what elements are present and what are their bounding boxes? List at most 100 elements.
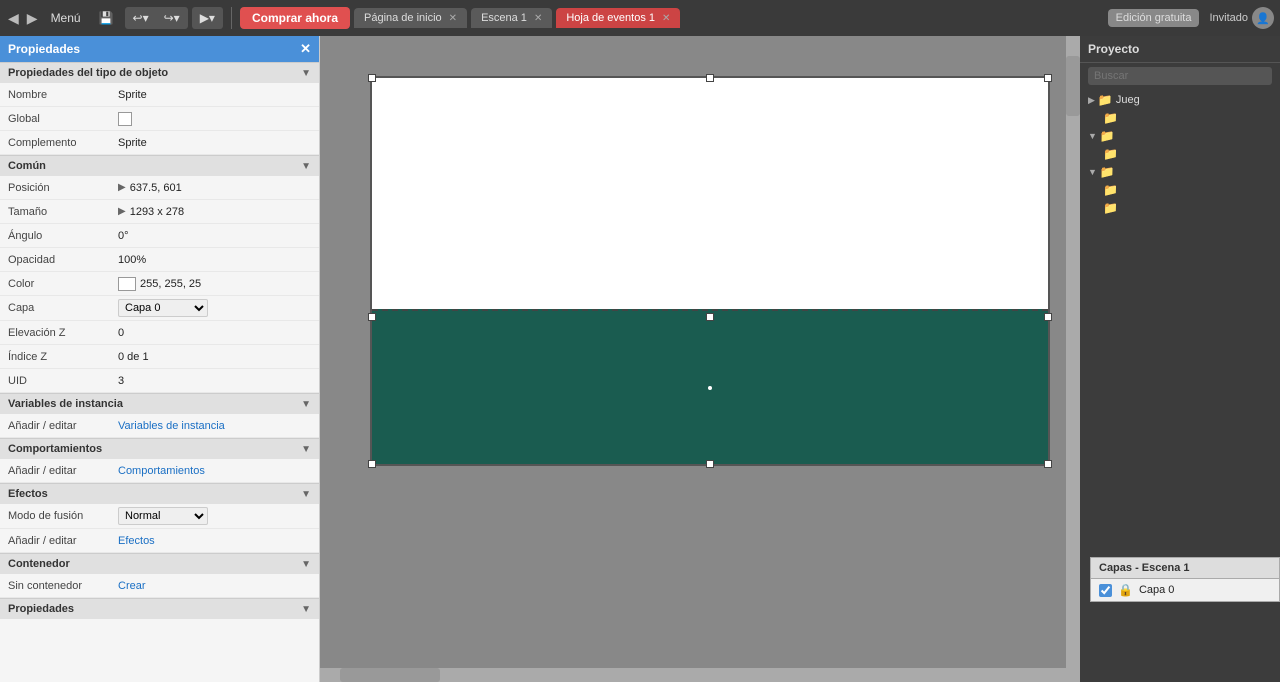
save-button[interactable]: 💾 [92, 8, 121, 28]
nombre-label: Nombre [8, 89, 118, 101]
canvas-area [320, 36, 1080, 682]
complemento-value: Sprite [118, 137, 311, 149]
modo-fusion-select[interactable]: Normal [118, 507, 208, 525]
folder-icon-6: 📁 [1103, 201, 1118, 215]
tab-events-close[interactable]: ✕ [662, 13, 670, 24]
propiedades-section-header[interactable]: Propiedades ▼ [0, 598, 319, 619]
instance-vars-link[interactable]: Variables de instancia [118, 420, 225, 432]
container-label: Contenedor [8, 558, 70, 570]
tree-item-6[interactable]: 📁 [1080, 199, 1280, 217]
behaviors-arrow: ▼ [301, 444, 311, 455]
selection-handle-mr[interactable] [1044, 313, 1052, 321]
canvas-scrollbar-h[interactable] [320, 668, 1066, 682]
canvas-scrollbar-v[interactable] [1066, 36, 1080, 682]
instance-vars-section-header[interactable]: Variables de instancia ▼ [0, 393, 319, 414]
elevacion-z-label: Elevación Z [8, 327, 118, 339]
effects-section-header[interactable]: Efectos ▼ [0, 483, 319, 504]
play-group: ▶▾ [192, 7, 223, 29]
panel-close-button[interactable]: ✕ [300, 41, 311, 57]
crear-link[interactable]: Crear [118, 580, 146, 592]
layers-panel: Capas - Escena 1 🔒 Capa 0 [1090, 557, 1280, 602]
effects-arrow: ▼ [301, 489, 311, 500]
propiedades-label: Propiedades [8, 603, 74, 615]
back-button[interactable]: ◀ [6, 8, 21, 29]
forward-button[interactable]: ▶ [25, 8, 40, 29]
capa-select[interactable]: Capa 0 [118, 299, 208, 317]
tamano-row: Tamaño ▶ 1293 x 278 [0, 200, 319, 224]
tree-arrow-2: ▼ [1088, 131, 1097, 141]
container-section-header[interactable]: Contenedor ▼ [0, 553, 319, 574]
tree-label-0: Jueg [1116, 94, 1140, 106]
panel-title-bar: Propiedades ✕ [0, 36, 319, 62]
sin-contenedor-row: Sin contenedor Crear [0, 574, 319, 598]
indice-z-row: Índice Z 0 de 1 [0, 345, 319, 369]
tree-item-2[interactable]: ▼ 📁 [1080, 127, 1280, 145]
elevacion-z-value: 0 [118, 327, 311, 339]
selection-handle-bl[interactable] [368, 460, 376, 468]
menu-button[interactable]: Menú [44, 8, 88, 28]
tree-item-1[interactable]: 📁 [1080, 109, 1280, 127]
undo-button[interactable]: ↩▾ [126, 8, 156, 28]
common-section-header[interactable]: Común ▼ [0, 155, 319, 176]
folder-icon-5: 📁 [1103, 183, 1118, 197]
user-label: Invitado [1209, 12, 1248, 24]
behaviors-link[interactable]: Comportamientos [118, 465, 205, 477]
instance-vars-add-row: Añadir / editar Variables de instancia [0, 414, 319, 438]
container-arrow: ▼ [301, 559, 311, 570]
edition-badge: Edición gratuita [1108, 9, 1200, 27]
tab-events[interactable]: Hoja de eventos 1 ✕ [556, 8, 680, 28]
indice-z-label: Índice Z [8, 351, 118, 363]
selection-handle-bc[interactable] [706, 460, 714, 468]
global-label: Global [8, 113, 118, 125]
opacidad-value: 100% [118, 254, 311, 266]
play-button[interactable]: ▶▾ [193, 8, 222, 28]
user-avatar[interactable]: 👤 [1252, 7, 1274, 29]
main-area: Propiedades ✕ Propiedades del tipo de ob… [0, 36, 1280, 682]
redo-button[interactable]: ↪▾ [157, 8, 187, 28]
folder-icon-1: 📁 [1103, 111, 1118, 125]
tree-arrow-0: ▶ [1088, 95, 1095, 106]
object-type-section-header[interactable]: Propiedades del tipo de objeto ▼ [0, 62, 319, 83]
buy-button[interactable]: Comprar ahora [240, 7, 350, 29]
tab-scene1[interactable]: Escena 1 ✕ [471, 8, 552, 28]
tab-scene1-close[interactable]: ✕ [534, 13, 542, 24]
canvas-object [370, 76, 1050, 466]
tab-home-label: Página de inicio [364, 12, 442, 24]
folder-icon-4: 📁 [1100, 165, 1115, 179]
effects-add-row: Añadir / editar Efectos [0, 529, 319, 553]
search-input[interactable] [1088, 67, 1272, 85]
selection-handle-tr[interactable] [1044, 74, 1052, 82]
tree-item-4[interactable]: ▼ 📁 [1080, 163, 1280, 181]
layer-visibility-checkbox[interactable] [1099, 584, 1112, 597]
selection-handle-mc[interactable] [706, 313, 714, 321]
selection-handle-br[interactable] [1044, 460, 1052, 468]
tab-events-label: Hoja de eventos 1 [566, 12, 655, 24]
behaviors-section-header[interactable]: Comportamientos ▼ [0, 438, 319, 459]
effects-link[interactable]: Efectos [118, 535, 155, 547]
folder-icon-2: 📁 [1100, 129, 1115, 143]
selection-handle-tc[interactable] [706, 74, 714, 82]
tab-home-close[interactable]: ✕ [449, 13, 457, 24]
selection-handle-ml[interactable] [368, 313, 376, 321]
uid-value: 3 [118, 375, 311, 387]
global-checkbox[interactable] [118, 112, 132, 126]
opacidad-label: Opacidad [8, 254, 118, 266]
sin-contenedor-label: Sin contenedor [8, 580, 118, 592]
effects-label: Efectos [8, 488, 48, 500]
top-toolbar: ◀ ▶ Menú 💾 ↩▾ ↪▾ ▶▾ Comprar ahora Página… [0, 0, 1280, 36]
angulo-label: Ángulo [8, 230, 118, 242]
project-label: Proyecto [1088, 42, 1139, 56]
color-swatch[interactable] [118, 277, 136, 291]
tree-item-5[interactable]: 📁 [1080, 181, 1280, 199]
behaviors-add-row: Añadir / editar Comportamientos [0, 459, 319, 483]
selection-handle-tl[interactable] [368, 74, 376, 82]
undo-redo-group: ↩▾ ↪▾ [125, 7, 188, 29]
tree-item-3[interactable]: 📁 [1080, 145, 1280, 163]
tree-item-0[interactable]: ▶ 📁 Jueg [1080, 91, 1280, 109]
tamano-value: 1293 x 278 [130, 206, 311, 218]
tab-scene1-label: Escena 1 [481, 12, 527, 24]
effects-add-label: Añadir / editar [8, 535, 118, 547]
folder-icon-0: 📁 [1098, 93, 1113, 107]
canvas-inner [320, 36, 1066, 668]
tab-home[interactable]: Página de inicio ✕ [354, 8, 467, 28]
